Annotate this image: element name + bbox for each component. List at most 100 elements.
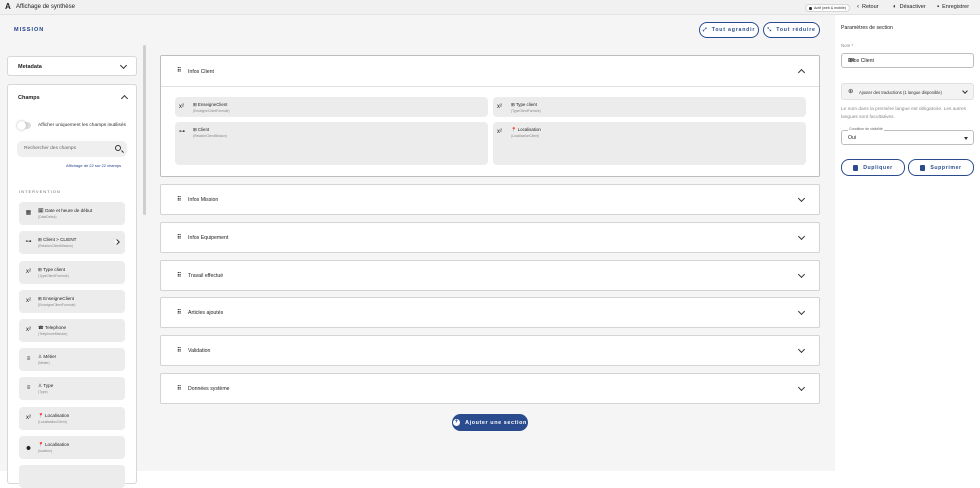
field-card[interactable]: x² ⊞ EnseigneClient (EnseigneClientFormu… <box>175 97 488 117</box>
settings-title: Paramètres de section <box>841 25 893 31</box>
card-label: ⊞ Client <box>193 127 210 132</box>
toggle-label: Afficher uniquement les champs inutilisé… <box>38 123 126 128</box>
drag-handle-icon[interactable]: ⠿ <box>177 273 181 279</box>
deactivate-button[interactable]: ◐ Désactiver <box>893 3 926 12</box>
eye-off-icon: ◐ <box>893 4 897 10</box>
formula-icon: x² <box>179 104 184 110</box>
chevron-right-icon[interactable] <box>114 239 120 245</box>
fields-search-input[interactable]: Rechercher des champs <box>17 141 127 157</box>
field-label: ♙ Métier <box>38 354 57 359</box>
collapse-icon: ⤡ <box>767 26 773 33</box>
top-bar: A Affichage de synthèse Actif (web & mob… <box>0 0 980 15</box>
fields-title: Champs <box>18 95 40 101</box>
relation-icon: ⊶ <box>25 239 32 245</box>
card-code: (RelationClientMission) <box>193 134 227 138</box>
chevron-down-icon[interactable] <box>797 194 806 203</box>
section-row[interactable]: ⠿ Travail effectué <box>160 260 820 291</box>
field-card[interactable]: ⊶ ⊞ Client (RelationClientMission) <box>175 122 488 165</box>
unused-fields-toggle[interactable] <box>17 121 31 130</box>
drag-handle-icon[interactable]: ⠿ <box>177 310 181 316</box>
plus-icon: + <box>453 419 461 426</box>
field-item[interactable] <box>19 465 125 488</box>
field-label: ⊞ Client > CLIENT <box>38 237 77 242</box>
section-name-input[interactable]: Infos Client ⊕ FR <box>841 53 974 68</box>
back-button[interactable]: ‹ Retour <box>857 3 879 12</box>
card-code: (TypeClientFormule) <box>511 109 541 113</box>
metadata-title: Metadata <box>18 64 42 70</box>
search-icon <box>115 145 121 151</box>
section-title: Validation <box>188 348 211 354</box>
section-title: Infos Mission <box>188 197 219 203</box>
field-code: (LocalisationClient) <box>38 420 67 424</box>
field-label: ⊞ Type client <box>38 267 66 272</box>
status-badge: Actif (web & mobile) <box>805 4 850 12</box>
condition-value: Oui <box>848 135 857 141</box>
chevron-up-icon[interactable] <box>797 68 806 77</box>
calendar-icon: ▦ <box>25 210 32 216</box>
delete-label: Supprimer <box>930 164 962 171</box>
field-code: (TypeClientFormule) <box>38 274 69 278</box>
list-icon: ≡ <box>26 385 31 391</box>
language-code: FR <box>848 58 855 64</box>
chevron-up-icon[interactable] <box>120 94 129 103</box>
deactivate-label: Désactiver <box>899 4 926 10</box>
field-item[interactable]: x² ⊞ EnseigneClient (EnseigneClientFormu… <box>19 290 125 313</box>
drag-handle-icon[interactable]: ⠿ <box>177 197 181 203</box>
field-item[interactable]: ⬤ 📍 Localisation (location) <box>19 436 125 459</box>
copy-icon <box>853 164 859 171</box>
field-item[interactable]: x² ☎ Telephone (TelephoneMission) <box>19 319 125 342</box>
expand-icon: ⤢ <box>702 26 708 33</box>
chevron-down-icon[interactable] <box>797 345 806 354</box>
section-title: Articles ajoutés <box>188 310 224 316</box>
expand-all-button[interactable]: ⤢ Tout agrandir <box>699 22 759 38</box>
section-title: Infos Equipement <box>188 235 229 241</box>
save-label: Enregistrer <box>942 4 970 10</box>
chevron-down-icon[interactable] <box>797 232 806 241</box>
field-item[interactable]: ≡ ♙ Type (Type) <box>19 377 125 400</box>
field-item[interactable]: ⊶ ⊞ Client > CLIENT (RelationClientMissi… <box>19 231 125 254</box>
formula-icon: x² <box>26 327 31 333</box>
translations-accordion[interactable]: ⊕ Ajouter des traductions (1 langue disp… <box>841 83 974 100</box>
divider <box>161 86 819 87</box>
formula-icon: x² <box>26 298 31 304</box>
field-label: 📍 Localisation <box>38 442 70 447</box>
field-label: 🗓 Date et heure de début <box>38 208 93 213</box>
section-row[interactable]: ⠿ Validation <box>160 335 820 366</box>
delete-button[interactable]: Supprimer <box>908 159 974 176</box>
field-code: (location) <box>38 449 52 453</box>
field-label: ♙ Type <box>38 383 54 388</box>
field-label: ⊞ EnseigneClient <box>38 296 75 301</box>
visibility-condition-select[interactable]: Oui <box>841 130 974 145</box>
field-item[interactable]: ▦ 🗓 Date et heure de début (DateDebut) <box>19 202 125 225</box>
section-row[interactable]: ⠿ Infos Equipement <box>160 222 820 253</box>
drag-handle-icon[interactable]: ⠿ <box>177 68 181 74</box>
duplicate-button[interactable]: Dupliquer <box>841 159 905 176</box>
drag-handle-icon[interactable]: ⠿ <box>177 348 181 354</box>
field-item[interactable]: x² 📍 Localisation (LocalisationClient) <box>19 407 125 430</box>
field-card[interactable]: x² ⊞ Type client (TypeClientFormule) <box>493 97 806 117</box>
chevron-down-icon <box>119 61 128 70</box>
chevron-down-icon[interactable] <box>797 383 806 392</box>
fields-count: Affichage de 22 sur 22 champs <box>66 163 122 168</box>
chevron-down-icon[interactable] <box>797 307 806 316</box>
back-label: Retour <box>862 4 879 10</box>
field-code: (Metier) <box>38 361 50 365</box>
field-card[interactable]: x² 📍 Localisation (LocalisationClient) <box>493 122 806 165</box>
field-item[interactable]: x² ⊞ Type client (TypeClientFormule) <box>19 261 125 284</box>
metadata-panel[interactable]: Metadata <box>7 56 137 76</box>
drag-handle-icon[interactable]: ⠿ <box>177 386 181 392</box>
lock-icon <box>809 6 812 10</box>
collapse-all-button[interactable]: ⤡ Tout réduire <box>763 22 820 38</box>
drag-handle-icon[interactable]: ⠿ <box>177 235 181 241</box>
section-row[interactable]: ⠿ Données système <box>160 373 820 404</box>
caret-down-icon <box>964 137 968 140</box>
field-item[interactable]: ≡ ♙ Métier (Metier) <box>19 348 125 371</box>
chevron-down-icon[interactable] <box>797 270 806 279</box>
card-label: 📍 Localisation <box>511 127 541 132</box>
section-row[interactable]: ⠿ Infos Mission <box>160 184 820 215</box>
field-code: (RelationClientMission) <box>38 244 73 248</box>
save-icon: ▪ <box>937 4 940 10</box>
save-button[interactable]: ▪ Enregistrer <box>937 3 969 12</box>
section-row[interactable]: ⠿ Articles ajoutés <box>160 297 820 328</box>
add-section-button[interactable]: + Ajouter une section <box>452 414 528 431</box>
